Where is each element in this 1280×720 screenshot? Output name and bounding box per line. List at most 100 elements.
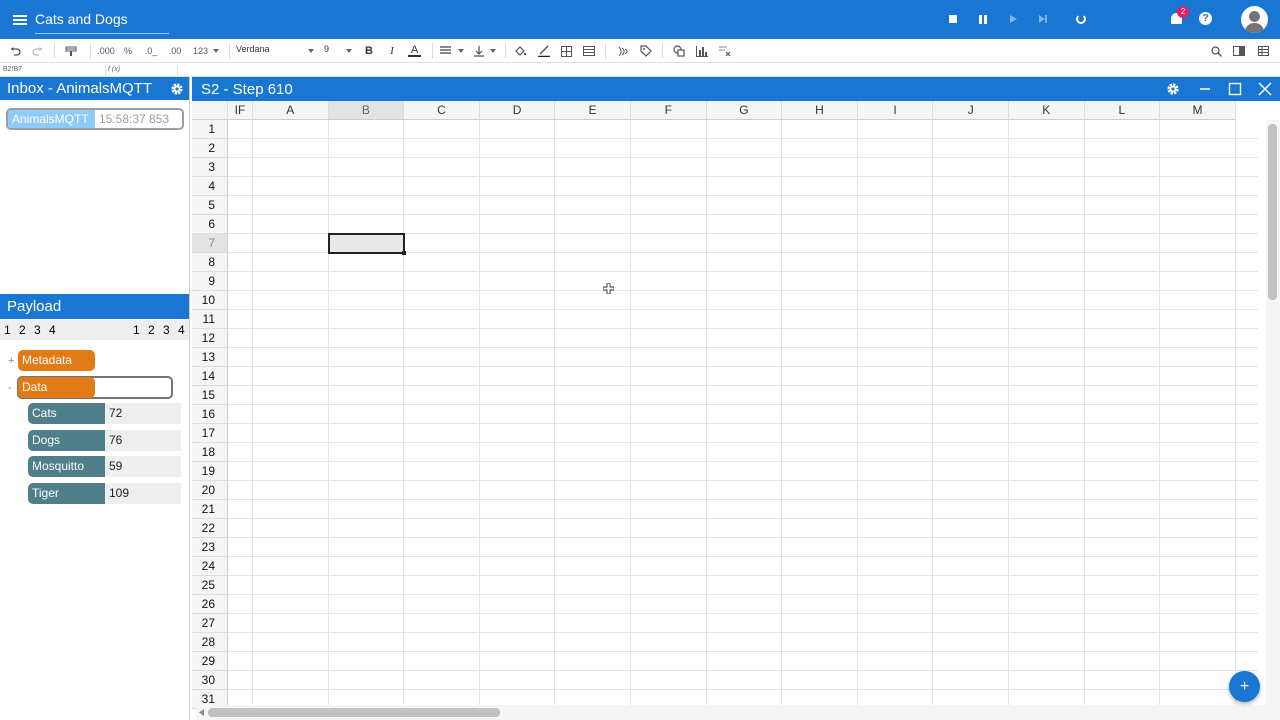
refresh-button[interactable] (1074, 12, 1088, 26)
row-header-25[interactable]: 25 (192, 576, 228, 595)
play-button[interactable] (1006, 12, 1020, 26)
column-header-j[interactable]: J (933, 101, 1009, 120)
column-header-a[interactable]: A (253, 101, 329, 120)
row-header-9[interactable]: 9 (192, 272, 228, 291)
pager-left-4[interactable]: 4 (49, 323, 56, 337)
row-header-26[interactable]: 26 (192, 595, 228, 614)
column-header-d[interactable]: D (479, 101, 556, 120)
column-header-g[interactable]: G (706, 101, 783, 120)
decrease-decimal-button[interactable]: .0_ (143, 44, 159, 58)
border-color-icon[interactable] (537, 44, 551, 58)
data-node[interactable]: Data (18, 377, 95, 398)
freeze-panes-icon[interactable] (1256, 44, 1270, 58)
formula-input[interactable]: f (x) (108, 66, 178, 76)
row-header-11[interactable]: 11 (192, 310, 228, 329)
column-header-c[interactable]: C (404, 101, 480, 120)
pause-button[interactable] (976, 12, 990, 26)
row-header-1[interactable]: 1 (192, 120, 228, 139)
pager-right-1[interactable]: 1 (133, 323, 140, 337)
insert-chart-icon[interactable] (695, 44, 709, 58)
thousands-format-button[interactable]: .000 (97, 44, 115, 58)
borders-icon[interactable] (560, 44, 573, 58)
maximize-icon[interactable] (1228, 82, 1242, 96)
pager-left-3[interactable]: 3 (34, 323, 41, 337)
tag-icon[interactable] (639, 44, 653, 58)
row-header-29[interactable]: 29 (192, 652, 228, 671)
stop-button[interactable] (946, 12, 960, 26)
bold-button[interactable]: B (363, 44, 375, 58)
row-header-14[interactable]: 14 (192, 367, 228, 386)
number-format-dropdown[interactable]: 123 (193, 44, 221, 58)
split-view-icon[interactable] (1232, 44, 1246, 58)
format-painter-icon[interactable] (64, 44, 78, 58)
column-header-i[interactable]: I (857, 101, 934, 120)
pager-right-3[interactable]: 3 (163, 323, 170, 337)
row-header-27[interactable]: 27 (192, 614, 228, 633)
font-family-select[interactable]: Verdana (236, 44, 316, 58)
pager-right-2[interactable]: 2 (148, 323, 155, 337)
metadata-node[interactable]: Metadata (18, 350, 95, 371)
row-header-5[interactable]: 5 (192, 196, 228, 215)
fill-color-icon[interactable] (513, 44, 527, 58)
row-header-4[interactable]: 4 (192, 177, 228, 196)
user-avatar[interactable] (1241, 6, 1268, 33)
column-header-h[interactable]: H (782, 101, 858, 120)
row-header-8[interactable]: 8 (192, 253, 228, 272)
row-header-7[interactable]: 7 (192, 234, 228, 253)
row-header-30[interactable]: 30 (192, 671, 228, 690)
horizontal-scroll-thumb[interactable] (208, 708, 500, 717)
row-header-10[interactable]: 10 (192, 291, 228, 310)
data-field-key[interactable]: Cats (28, 403, 105, 424)
add-fab-button[interactable]: + (1229, 671, 1260, 702)
help-icon[interactable]: ? (1199, 12, 1212, 25)
row-header-15[interactable]: 15 (192, 386, 228, 405)
percent-format-button[interactable]: % (122, 44, 134, 58)
minimize-icon[interactable] (1198, 82, 1212, 96)
row-header-18[interactable]: 18 (192, 443, 228, 462)
collapse-toggle[interactable]: - (8, 382, 18, 394)
column-header-if[interactable]: IF (228, 101, 253, 120)
italic-button[interactable]: I (386, 44, 398, 58)
column-header-f[interactable]: F (631, 101, 707, 120)
undo-icon[interactable] (9, 44, 21, 58)
row-header-23[interactable]: 23 (192, 538, 228, 557)
column-header-b[interactable]: B (328, 101, 405, 120)
row-header-19[interactable]: 19 (192, 462, 228, 481)
row-header-20[interactable]: 20 (192, 481, 228, 500)
redo-icon[interactable] (31, 44, 43, 58)
data-field-key[interactable]: Dogs (28, 430, 105, 451)
mqtt-signal-icon[interactable] (615, 44, 629, 58)
vertical-align-dropdown[interactable] (474, 44, 498, 58)
row-header-24[interactable]: 24 (192, 557, 228, 576)
merge-cells-icon[interactable] (582, 44, 596, 58)
column-header-l[interactable]: L (1084, 101, 1161, 120)
zoom-search-icon[interactable] (1209, 44, 1223, 58)
step-forward-button[interactable] (1036, 12, 1050, 26)
vertical-scrollbar[interactable] (1266, 120, 1280, 720)
horizontal-scrollbar[interactable] (196, 705, 1266, 720)
column-header-m[interactable]: M (1160, 101, 1236, 120)
hamburger-menu-icon[interactable] (13, 14, 27, 25)
select-all-corner[interactable] (192, 101, 228, 120)
clear-format-icon[interactable] (718, 44, 732, 58)
row-header-6[interactable]: 6 (192, 215, 228, 234)
sheet-settings-gear-icon[interactable] (1166, 82, 1180, 96)
increase-decimal-button[interactable]: .00 (167, 44, 183, 58)
app-title[interactable]: Cats and Dogs (35, 11, 169, 34)
inbox-settings-gear-icon[interactable] (170, 82, 184, 96)
row-header-16[interactable]: 16 (192, 405, 228, 424)
shapes-icon[interactable] (672, 44, 686, 58)
column-header-k[interactable]: K (1009, 101, 1085, 120)
notifications-button[interactable]: 2 (1170, 6, 1189, 27)
row-header-2[interactable]: 2 (192, 139, 228, 158)
cell-reference[interactable]: B2!B7 (3, 66, 103, 73)
font-size-select[interactable]: 9 (324, 44, 354, 58)
row-header-13[interactable]: 13 (192, 348, 228, 367)
vertical-scroll-thumb[interactable] (1268, 124, 1277, 300)
row-header-17[interactable]: 17 (192, 424, 228, 443)
selected-cell[interactable] (327, 233, 407, 255)
close-icon[interactable] (1258, 82, 1272, 96)
font-color-button[interactable]: A (408, 44, 421, 57)
row-header-12[interactable]: 12 (192, 329, 228, 348)
pager-left-1[interactable]: 1 (4, 323, 11, 337)
